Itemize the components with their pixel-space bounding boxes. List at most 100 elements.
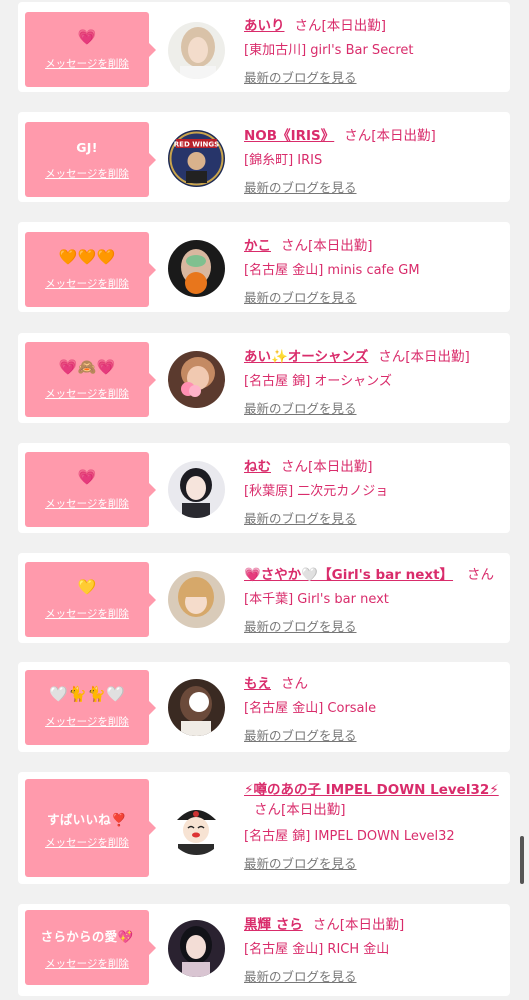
message-text: 🧡🧡🧡 xyxy=(58,248,116,266)
cast-name-link[interactable]: NOB《IRIS》 xyxy=(244,128,334,144)
avatar[interactable] xyxy=(168,22,225,79)
status-label: [本日出勤] xyxy=(308,238,373,254)
shop-label: [名古屋 金山] minis cafe GM xyxy=(244,263,420,278)
avatar[interactable] xyxy=(168,679,225,736)
blog-link[interactable]: 最新のブログを見る xyxy=(244,725,357,744)
honorific: さん xyxy=(281,459,308,475)
message-bubble: 💗 メッセージを削除 xyxy=(25,12,156,87)
status-label: [本日出勤] xyxy=(281,802,346,818)
honorific: さん xyxy=(281,238,308,254)
shop-label: [名古屋 錦] IMPEL DOWN Level32 xyxy=(244,829,455,844)
honorific: さん xyxy=(344,128,372,144)
message-info: もえ さん [名古屋 金山] Corsale 最新のブログを見る xyxy=(244,672,500,744)
delete-message-link[interactable]: メッセージを削除 xyxy=(25,835,149,850)
message-card: 💛 メッセージを削除 💗さやか🤍【Girl's bar next】 さん [本千葉… xyxy=(18,553,510,643)
message-bubble: 🤍🐈🐈🤍 メッセージを削除 xyxy=(25,670,156,745)
honorific: さん xyxy=(294,18,322,34)
honorific: さん xyxy=(467,567,495,583)
message-card: GJ! メッセージを削除 RED WINGS NOB《IRIS》 さん[本日出勤]… xyxy=(18,112,510,202)
message-text: GJ! xyxy=(76,140,98,155)
status-label: [本日出勤] xyxy=(339,917,405,933)
avatar-photo-dark-hair-icon xyxy=(168,240,225,297)
message-bubble: 💗 メッセージを削除 xyxy=(25,452,156,527)
message-card: 💗🙈💗 メッセージを削除 あい✨オーシャンズ さん[本日出勤] [名古屋 錦] オ… xyxy=(18,333,510,423)
cast-name-link[interactable]: ねむ xyxy=(244,459,271,475)
avatar-red-wings-emblem-icon: RED WINGS xyxy=(168,130,225,187)
status-label: [本日出勤] xyxy=(371,128,436,144)
shop-label: [名古屋 金山] RICH 金山 xyxy=(244,942,390,957)
message-info: 💗さやか🤍【Girl's bar next】 さん [本千葉] Girl's ba… xyxy=(244,563,500,635)
blog-link[interactable]: 最新のブログを見る xyxy=(244,67,357,86)
delete-message-link[interactable]: メッセージを削除 xyxy=(25,56,149,71)
delete-message-link[interactable]: メッセージを削除 xyxy=(25,496,149,511)
message-bubble: 💗🙈💗 メッセージを削除 xyxy=(25,342,156,417)
message-card: すばいいね❣️ メッセージを削除 ⚡噂のあの子 IMPEL DOWN Level… xyxy=(18,772,510,884)
message-text: すばいいね❣️ xyxy=(47,812,127,827)
message-bubble: GJ! メッセージを削除 xyxy=(25,122,156,197)
cast-name-link[interactable]: あい✨オーシャンズ xyxy=(244,349,368,365)
shop-label: [東加古川] girl's Bar Secret xyxy=(244,43,414,58)
message-info: あいり さん[本日出勤] [東加古川] girl's Bar Secret 最新の… xyxy=(244,14,500,86)
message-info: NOB《IRIS》 さん[本日出勤] [錦糸町] IRIS 最新のブログを見る xyxy=(244,124,500,196)
cast-name-link[interactable]: もえ xyxy=(244,676,271,692)
avatar[interactable] xyxy=(168,571,225,628)
avatar[interactable]: RED WINGS xyxy=(168,130,225,187)
message-text: 🤍🐈🐈🤍 xyxy=(49,685,125,703)
avatar-photo-brown-hair-icon xyxy=(168,679,225,736)
status-label: [本日出勤] xyxy=(321,18,387,34)
avatar-cartoon-captain-icon xyxy=(168,798,225,855)
blog-link[interactable]: 最新のブログを見る xyxy=(244,853,357,872)
scrollbar[interactable] xyxy=(520,836,524,884)
message-info: ⚡噂のあの子 IMPEL DOWN Level32⚡ さん[本日出勤] [名古屋 … xyxy=(244,780,500,872)
svg-text:RED WINGS: RED WINGS xyxy=(174,141,219,149)
message-text: 💗🙈💗 xyxy=(58,358,116,376)
message-text: 💛 xyxy=(77,578,97,596)
avatar-photo-hearts-icon xyxy=(168,351,225,408)
message-bubble: すばいいね❣️ メッセージを削除 xyxy=(25,779,156,877)
shop-label: [名古屋 錦] オーシャンズ xyxy=(244,374,392,389)
avatar-photo-blonde-icon xyxy=(168,22,225,79)
blog-link[interactable]: 最新のブログを見る xyxy=(244,616,357,635)
message-card: 🤍🐈🐈🤍 メッセージを削除 もえ さん [名古屋 金山] Corsale 最新のブ… xyxy=(18,662,510,752)
delete-message-link[interactable]: メッセージを削除 xyxy=(25,714,149,729)
message-text: さらからの愛💖 xyxy=(40,929,134,944)
shop-label: [本千葉] Girl's bar next xyxy=(244,592,389,607)
avatar[interactable] xyxy=(168,461,225,518)
delete-message-link[interactable]: メッセージを削除 xyxy=(25,166,149,181)
delete-message-link[interactable]: メッセージを削除 xyxy=(25,606,149,621)
blog-link[interactable]: 最新のブログを見る xyxy=(244,287,357,306)
shop-label: [秋葉原] 二次元カノジョ xyxy=(244,484,389,499)
message-bubble: さらからの愛💖 メッセージを削除 xyxy=(25,910,156,985)
avatar[interactable] xyxy=(168,920,225,977)
cast-name-link[interactable]: あいり xyxy=(244,18,285,34)
blog-link[interactable]: 最新のブログを見る xyxy=(244,177,357,196)
message-card: さらからの愛💖 メッセージを削除 黒輝 さら さん[本日出勤] [名古屋 金山] … xyxy=(18,904,510,996)
message-bubble: 💛 メッセージを削除 xyxy=(25,562,156,637)
message-text: 💗 xyxy=(77,468,97,486)
avatar-photo-dark-portrait-icon xyxy=(168,920,225,977)
cast-name-link[interactable]: 黒輝 さら xyxy=(244,917,303,933)
cast-name-link[interactable]: ⚡噂のあの子 IMPEL DOWN Level32⚡ xyxy=(244,782,499,798)
delete-message-link[interactable]: メッセージを削除 xyxy=(25,386,149,401)
avatar[interactable] xyxy=(168,798,225,855)
message-info: ねむ さん[本日出勤] [秋葉原] 二次元カノジョ 最新のブログを見る xyxy=(244,455,500,527)
honorific: さん xyxy=(281,676,308,692)
honorific: さん xyxy=(312,917,340,933)
avatar[interactable] xyxy=(168,351,225,408)
honorific: さん xyxy=(378,349,406,365)
delete-message-link[interactable]: メッセージを削除 xyxy=(25,956,149,971)
avatar[interactable] xyxy=(168,240,225,297)
message-bubble: 🧡🧡🧡 メッセージを削除 xyxy=(25,232,156,307)
blog-link[interactable]: 最新のブログを見る xyxy=(244,398,357,417)
blog-link[interactable]: 最新のブログを見る xyxy=(244,508,357,527)
delete-message-link[interactable]: メッセージを削除 xyxy=(25,276,149,291)
cast-name-link[interactable]: 💗さやか🤍【Girl's bar next】 xyxy=(244,567,453,583)
cast-name-link[interactable]: かこ xyxy=(244,238,271,254)
message-card: 💗 メッセージを削除 ねむ さん[本日出勤] [秋葉原] 二次元カノジョ 最新のブ… xyxy=(18,443,510,533)
honorific: さん xyxy=(254,802,281,818)
message-info: あい✨オーシャンズ さん[本日出勤] [名古屋 錦] オーシャンズ 最新のブログを… xyxy=(244,345,500,417)
blog-link[interactable]: 最新のブログを見る xyxy=(244,966,357,985)
shop-label: [名古屋 金山] Corsale xyxy=(244,701,377,716)
message-card: 🧡🧡🧡 メッセージを削除 かこ さん[本日出勤] [名古屋 金山] minis c… xyxy=(18,222,510,312)
status-label: [本日出勤] xyxy=(308,459,373,475)
